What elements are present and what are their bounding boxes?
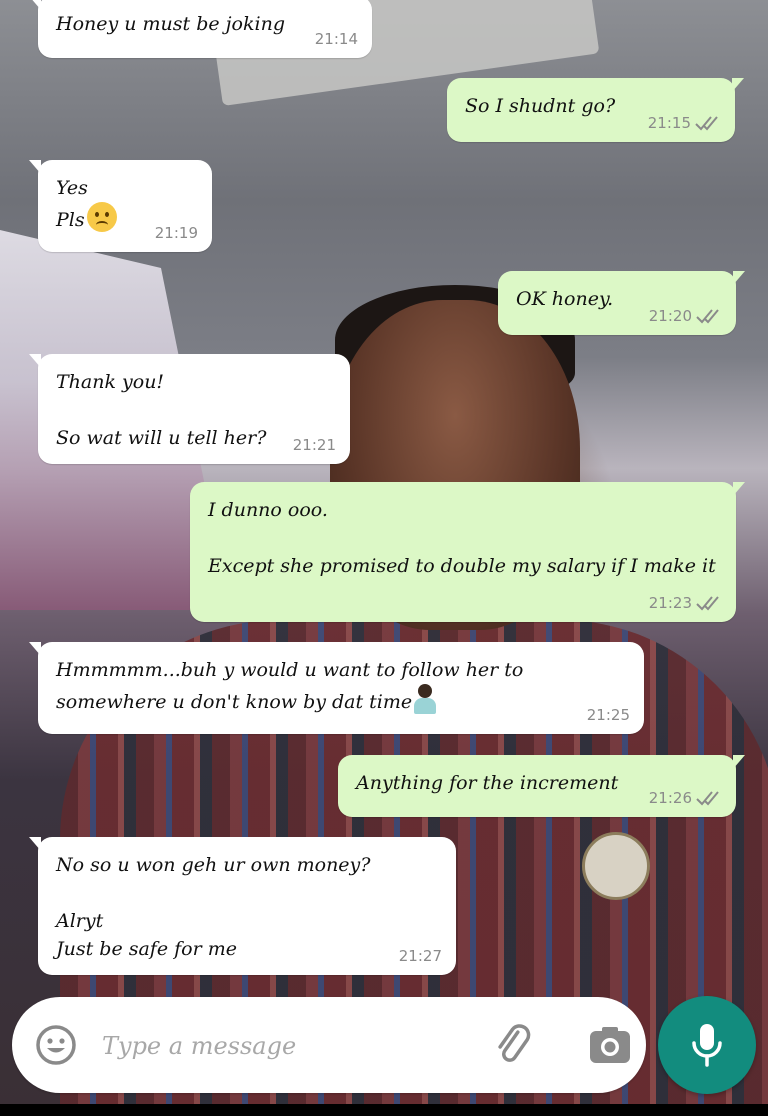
message-time: 21:23: [648, 594, 692, 612]
message-incoming[interactable]: Thank you! So wat will u tell her? 21:21: [29, 354, 350, 464]
voice-record-button[interactable]: [658, 996, 756, 1094]
message-text: I dunno ooo. Except she promised to doub…: [208, 499, 716, 577]
message-text: OK honey.: [516, 288, 614, 310]
message-text: Honey u must be joking: [56, 13, 285, 35]
double-check-icon: [696, 791, 719, 806]
message-outgoing[interactable]: Anything for the increment 21:26: [338, 755, 745, 817]
double-check-icon: [695, 116, 718, 131]
message-outgoing[interactable]: OK honey. 21:20: [498, 271, 745, 335]
message-time: 21:25: [586, 706, 630, 724]
wallpaper-badge: [582, 832, 650, 900]
message-time: 21:14: [314, 30, 358, 48]
message-incoming[interactable]: Hmmmmm...buh y would u want to follow he…: [29, 642, 644, 734]
chat-screen: Honey u must be joking 21:14 So I shudnt…: [0, 0, 768, 1116]
message-time: 21:20: [648, 307, 692, 325]
message-text: Thank you! So wat will u tell her?: [56, 371, 267, 449]
frowning-face-icon: [86, 202, 117, 232]
message-incoming[interactable]: No so u won geh ur own money? Alryt Just…: [29, 837, 456, 975]
message-text: Hmmmmm...buh y would u want to follow he…: [56, 659, 530, 713]
message-time: 21:21: [292, 436, 336, 454]
nav-bar-strip: [0, 1104, 768, 1116]
message-text: Anything for the increment: [356, 772, 619, 794]
message-incoming[interactable]: Yes Pls 21:19: [29, 160, 212, 252]
message-outgoing[interactable]: So I shudnt go? 21:15: [447, 78, 744, 142]
message-time: 21:26: [648, 789, 692, 807]
message-time: 21:15: [647, 114, 691, 132]
smiley-icon[interactable]: [34, 1023, 78, 1067]
message-input[interactable]: [100, 1025, 464, 1067]
message-text: Pls: [56, 209, 85, 231]
message-text: No so u won geh ur own money? Alryt Just…: [56, 854, 371, 960]
double-check-icon: [696, 596, 719, 611]
message-text-line: Yes: [56, 177, 88, 199]
message-time: 21:27: [398, 947, 442, 965]
message-text: So I shudnt go?: [465, 95, 616, 117]
message-incoming[interactable]: Honey u must be joking 21:14: [29, 0, 372, 58]
camera-icon[interactable]: [586, 1021, 634, 1069]
paperclip-icon[interactable]: [490, 1021, 538, 1069]
person-shrugging-icon: [414, 684, 437, 714]
message-time: 21:19: [154, 224, 198, 242]
double-check-icon: [696, 309, 719, 324]
microphone-icon: [692, 1024, 722, 1067]
message-outgoing[interactable]: I dunno ooo. Except she promised to doub…: [190, 482, 745, 622]
message-composer: [12, 997, 646, 1093]
